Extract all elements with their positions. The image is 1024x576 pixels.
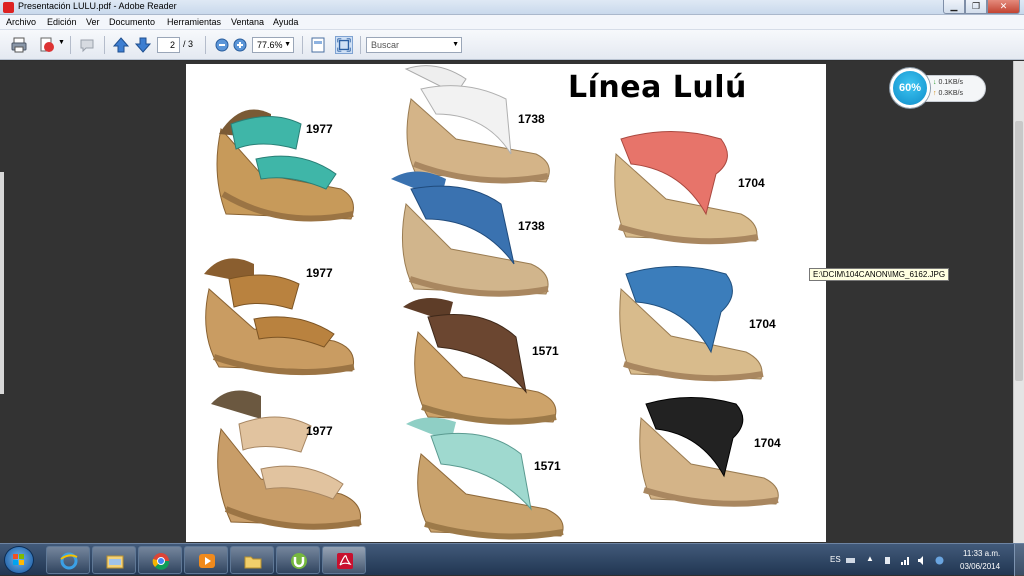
vertical-scrollbar[interactable] (1013, 61, 1024, 543)
folder-icon (244, 556, 262, 569)
taskbar-utorrent[interactable] (276, 546, 320, 574)
toolbar-divider (205, 36, 206, 54)
minimize-button[interactable]: ▁ (943, 0, 965, 14)
product-code: 1738 (518, 112, 545, 126)
keyboard-icon[interactable] (846, 556, 855, 565)
page-up-icon[interactable] (112, 36, 130, 54)
menu-ayuda[interactable]: Ayuda (273, 17, 298, 27)
print-icon[interactable] (10, 36, 28, 54)
upload-arrow-icon: ↑ (933, 90, 937, 97)
taskbar: ES ▲ 11:33 a.m. 03/06/2014 (0, 543, 1024, 576)
title-bar: Presentación LULU.pdf - Adobe Reader ▁ ❐… (0, 0, 1024, 15)
taskbar-adobe-reader[interactable] (322, 546, 366, 574)
chevron-down-icon: ▼ (452, 41, 459, 48)
sandal-image-1704-blue (619, 266, 764, 382)
toolbar-divider (360, 36, 361, 54)
chevron-down-icon: ▼ (284, 41, 291, 48)
maximize-button[interactable]: ❐ (965, 0, 987, 14)
network-icon[interactable] (935, 556, 944, 565)
product-code: 1977 (306, 266, 333, 280)
taskbar-chrome[interactable] (138, 546, 182, 574)
menu-edicion[interactable]: Edición (47, 17, 77, 27)
sandal-image-1704-black (639, 397, 779, 507)
device-icon[interactable] (883, 556, 892, 565)
volume-icon[interactable] (918, 556, 927, 565)
menu-bar: Archivo Edición Ver Documento Herramient… (0, 15, 1024, 30)
utorrent-icon (291, 553, 307, 569)
page-title: Línea Lulú (568, 70, 747, 105)
adobe-reader-icon (337, 553, 353, 569)
toolbar-divider (70, 36, 71, 54)
product-code: 1571 (532, 344, 559, 358)
zoom-value: 77.6% (257, 40, 283, 50)
sandal-image-1977-tan (204, 258, 355, 376)
product-code: 1704 (738, 176, 765, 190)
show-desktop-button[interactable] (1014, 544, 1024, 576)
menu-ventana[interactable]: Ventana (231, 17, 264, 27)
internet-explorer-icon (60, 552, 78, 570)
toolbar-divider (302, 36, 303, 54)
windows-logo-icon (13, 554, 24, 565)
product-code: 1977 (306, 424, 333, 438)
product-code: 1977 (306, 122, 333, 136)
sandal-image-1977-turquoise (216, 109, 354, 222)
product-code: 1704 (749, 317, 776, 331)
taskbar-media-player[interactable] (184, 546, 228, 574)
menu-archivo[interactable]: Archivo (6, 17, 36, 27)
toolbar: ▼ 2 / 3 77.6% ▼ Buscar ▼ (0, 30, 1024, 60)
fit-page-icon[interactable] (309, 36, 327, 54)
adobe-reader-app-icon (3, 2, 14, 13)
language-indicator[interactable]: ES (830, 555, 841, 564)
product-code: 1738 (518, 219, 545, 233)
file-path-tooltip: E:\DCIM\104CANON\IMG_6162.JPG (809, 268, 950, 281)
window-title: Presentación LULU.pdf - Adobe Reader (18, 1, 177, 11)
media-player-icon (199, 554, 215, 568)
close-button[interactable]: ✕ (987, 0, 1020, 14)
product-code: 1704 (754, 436, 781, 450)
zoom-select[interactable]: 77.6% ▼ (252, 37, 294, 53)
download-speed: ↓ 0.1KB/s (933, 79, 963, 86)
scrollbar-thumb[interactable] (1015, 121, 1023, 381)
sandal-image-1977-beige (211, 390, 362, 530)
chevron-down-icon[interactable]: ▼ (58, 39, 65, 46)
upload-speed: ↑ 0.3KB/s (933, 90, 963, 97)
network-speed-widget[interactable]: ↓ 0.1KB/s ↑ 0.3KB/s 60% (890, 68, 986, 108)
taskbar-folder[interactable] (230, 546, 274, 574)
file-explorer-icon (106, 555, 124, 569)
signal-icon[interactable] (901, 556, 910, 565)
search-placeholder: Buscar (371, 40, 400, 50)
sandal-image-1571-mint (406, 417, 564, 540)
zoom-out-icon[interactable] (213, 36, 231, 54)
page-number-input[interactable]: 2 (157, 37, 180, 53)
navigation-panel-handle[interactable] (0, 172, 4, 394)
create-pdf-icon[interactable] (38, 36, 56, 54)
show-hidden-icons-icon[interactable]: ▲ (866, 554, 874, 563)
search-input[interactable]: Buscar ▼ (366, 37, 462, 53)
menu-ver[interactable]: Ver (86, 17, 100, 27)
menu-documento[interactable]: Documento (109, 17, 155, 27)
menu-herramientas[interactable]: Herramientas (167, 17, 221, 27)
comment-icon[interactable] (78, 36, 96, 54)
full-screen-icon[interactable] (335, 36, 353, 54)
page-total: / 3 (183, 39, 194, 49)
pdf-page: Línea Lulú 1977 1977 1977 1738 1738 1571… (186, 64, 826, 542)
page-down-icon[interactable] (134, 36, 152, 54)
clock-date[interactable]: 03/06/2014 (960, 562, 1000, 571)
taskbar-file-explorer[interactable] (92, 546, 136, 574)
zoom-in-icon[interactable] (231, 36, 249, 54)
toolbar-divider (104, 36, 105, 54)
taskbar-internet-explorer[interactable] (46, 546, 90, 574)
chrome-icon (152, 553, 170, 570)
sandal-image-1571-brown (403, 298, 557, 425)
product-code: 1571 (534, 459, 561, 473)
start-button[interactable] (4, 546, 34, 574)
download-arrow-icon: ↓ (933, 79, 937, 86)
network-usage-percent: 60% (890, 68, 930, 108)
clock-time[interactable]: 11:33 a.m. (963, 549, 1000, 558)
